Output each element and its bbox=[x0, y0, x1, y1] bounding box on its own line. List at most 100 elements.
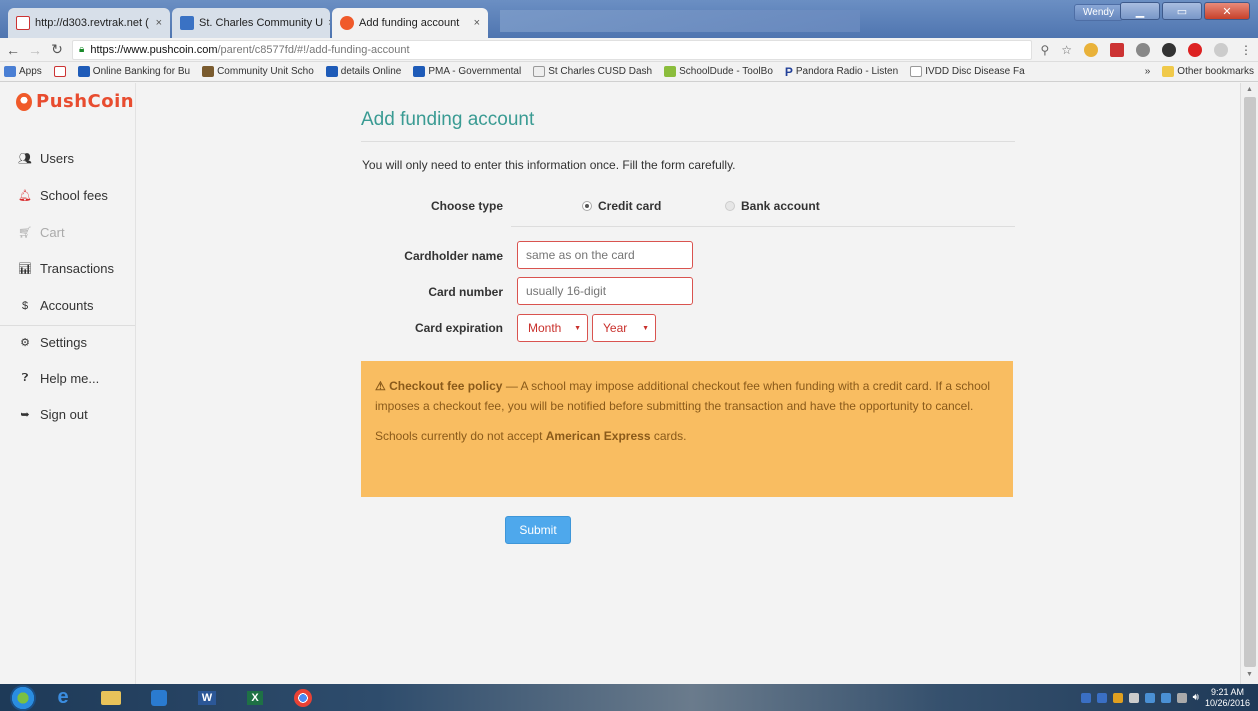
blurred-tab-area bbox=[500, 10, 860, 32]
bar-chart-icon: 📊︎ bbox=[18, 263, 32, 275]
menu-icon[interactable]: ⋮ bbox=[1240, 43, 1252, 57]
scrollbar-thumb[interactable] bbox=[1244, 97, 1256, 667]
bookmark-schooldude[interactable]: SchoolDude - ToolBo bbox=[664, 66, 773, 77]
type-divider bbox=[511, 226, 1015, 227]
excel-icon[interactable]: X bbox=[234, 684, 276, 711]
scroll-down-icon[interactable]: ▼ bbox=[1246, 671, 1253, 678]
tab-st-charles[interactable]: St. Charles Community U × bbox=[172, 8, 330, 38]
pandora-icon: P bbox=[784, 64, 793, 79]
pushcoin-logo[interactable]: PushCoin bbox=[16, 91, 134, 112]
tray-icon[interactable] bbox=[1096, 692, 1107, 703]
expiration-month-select[interactable]: Month ▼ bbox=[517, 314, 588, 342]
gmail-icon bbox=[16, 16, 30, 30]
bookmark-label: Pandora Radio - Listen bbox=[795, 66, 899, 77]
tray-icon[interactable] bbox=[1144, 692, 1155, 703]
bookmark-label: SchoolDude - ToolBo bbox=[679, 66, 773, 77]
sidebar-item-sign-out[interactable]: ➥ Sign out bbox=[18, 407, 87, 422]
tray-icon[interactable] bbox=[1080, 692, 1091, 703]
extension-icons: ⚲ ☆ ⋮ bbox=[1040, 42, 1252, 57]
tab-add-funding[interactable]: Add funding account × bbox=[332, 8, 488, 38]
bookmark-pma[interactable]: PMA - Governmental bbox=[413, 66, 521, 77]
bookmark-online-banking[interactable]: Online Banking for Bu bbox=[77, 66, 191, 77]
choose-type-label: Choose type bbox=[430, 199, 503, 213]
intro-text: You will only need to enter this informa… bbox=[362, 158, 736, 172]
adblock-icon[interactable] bbox=[1188, 42, 1202, 57]
bookmark-community-unit[interactable]: Community Unit Scho bbox=[202, 66, 314, 77]
forward-button[interactable]: → bbox=[28, 42, 42, 58]
maximize-button[interactable]: ▭ bbox=[1162, 2, 1202, 20]
grey-extension-icon[interactable] bbox=[1214, 42, 1228, 57]
expiration-year-select[interactable]: Year ▼ bbox=[592, 314, 656, 342]
chrome-icon[interactable] bbox=[282, 684, 324, 711]
cardholder-label: Cardholder name bbox=[404, 249, 503, 263]
internet-explorer-icon[interactable]: e bbox=[42, 684, 84, 711]
gmail-extension-icon[interactable] bbox=[1110, 42, 1124, 57]
extension-icon[interactable] bbox=[1084, 42, 1098, 57]
sidebar-item-cart[interactable]: 🛒︎ Cart bbox=[18, 225, 65, 240]
tray-icon[interactable] bbox=[1112, 692, 1123, 703]
bookmark-st-charles-dash[interactable]: St Charles CUSD Dash bbox=[533, 66, 652, 77]
tab-revtrak[interactable]: http://d303.revtrak.net ( × bbox=[8, 8, 170, 38]
file-explorer-icon[interactable] bbox=[90, 684, 132, 711]
amex-text-bold: American Express bbox=[545, 429, 651, 443]
minimize-button[interactable]: ▁ bbox=[1120, 2, 1160, 20]
close-icon[interactable]: × bbox=[474, 17, 480, 29]
close-window-button[interactable]: ✕ bbox=[1204, 2, 1250, 20]
word-icon[interactable]: W bbox=[186, 684, 228, 711]
radio-credit-card[interactable]: Credit card bbox=[582, 199, 661, 213]
bookmark-label: IVDD Disc Disease Fa bbox=[925, 66, 1025, 77]
select-value: Year bbox=[603, 321, 628, 335]
amex-text-pre: Schools currently do not accept bbox=[375, 429, 546, 443]
bookmark-label: Other bookmarks bbox=[1177, 66, 1254, 77]
sidebar-item-transactions[interactable]: 📊︎ Transactions bbox=[18, 261, 114, 276]
radio-bank-account[interactable]: Bank account bbox=[725, 199, 820, 213]
gears-icon: ⚙︎ bbox=[20, 337, 30, 349]
sidebar-item-help[interactable]: ❓︎ Help me... bbox=[18, 371, 100, 386]
volume-icon[interactable]: 🔊︎ bbox=[1193, 692, 1199, 703]
radio-label: Bank account bbox=[741, 199, 820, 213]
other-bookmarks[interactable]: Other bookmarks bbox=[1162, 66, 1254, 77]
tray-icon[interactable] bbox=[1160, 692, 1171, 703]
sidebar-item-users[interactable]: 👥︎ Users bbox=[18, 151, 74, 166]
close-icon[interactable]: × bbox=[328, 17, 330, 29]
tab-label: Add funding account bbox=[359, 17, 460, 29]
media-player-icon[interactable] bbox=[138, 684, 180, 711]
recycle-icon[interactable] bbox=[1136, 42, 1150, 57]
cardholder-name-input[interactable] bbox=[517, 241, 693, 269]
address-bar[interactable]: 🔒︎ https://www.pushcoin.com/parent/c8577… bbox=[72, 39, 1033, 60]
card-number-input[interactable] bbox=[517, 277, 693, 305]
circle-extension-icon[interactable] bbox=[1162, 42, 1176, 57]
back-button[interactable]: ← bbox=[6, 42, 20, 58]
bookmark-ivdd[interactable]: IVDD Disc Disease Fa bbox=[910, 66, 1025, 77]
sign-out-icon: ➥ bbox=[20, 409, 30, 421]
bookmark-label: Community Unit Scho bbox=[217, 66, 314, 77]
start-button[interactable] bbox=[10, 684, 36, 711]
url-host: https://www.pushcoin.com bbox=[90, 43, 218, 56]
bookmark-pandora[interactable]: P Pandora Radio - Listen bbox=[785, 65, 898, 79]
profile-button[interactable]: Wendy bbox=[1074, 4, 1123, 21]
star-icon[interactable]: ☆ bbox=[1061, 43, 1072, 57]
submit-button[interactable]: Submit bbox=[505, 516, 571, 544]
network-icon[interactable] bbox=[1176, 692, 1187, 703]
sidebar-item-accounts[interactable]: $ Accounts bbox=[18, 298, 94, 313]
system-clock[interactable]: 9:21 AM 10/26/2016 bbox=[1205, 687, 1250, 709]
bookmark-apps[interactable]: Apps bbox=[4, 66, 42, 77]
reload-button[interactable]: ↻ bbox=[50, 41, 64, 58]
sidebar-item-settings[interactable]: ⚙︎ Settings bbox=[18, 335, 87, 350]
bookmark-details-online[interactable]: details Online bbox=[325, 66, 401, 77]
sidebar-item-school-fees[interactable]: 🔔︎ School fees bbox=[18, 188, 108, 203]
bookmark-label: Online Banking for Bu bbox=[92, 66, 191, 77]
page-scrollbar[interactable]: ▲ ▼ bbox=[1240, 83, 1258, 684]
system-tray: 🔊︎ 9:21 AM 10/26/2016 bbox=[1080, 687, 1258, 709]
site-icon bbox=[325, 66, 338, 77]
tray-icon[interactable] bbox=[1128, 692, 1139, 703]
bookmark-gmail[interactable] bbox=[53, 66, 66, 77]
scroll-up-icon[interactable]: ▲ bbox=[1246, 86, 1253, 93]
clock-time: 9:21 AM bbox=[1210, 686, 1244, 697]
pin-icon[interactable]: ⚲ bbox=[1040, 43, 1049, 57]
question-circle-icon: ❓︎ bbox=[21, 372, 29, 384]
close-icon[interactable]: × bbox=[156, 17, 162, 29]
folder-icon bbox=[1162, 66, 1175, 77]
page-content: PushCoin 👥︎ Users 🔔︎ School fees 🛒︎ Cart… bbox=[0, 83, 1240, 684]
bookmarks-overflow-button[interactable]: » bbox=[1145, 66, 1151, 77]
